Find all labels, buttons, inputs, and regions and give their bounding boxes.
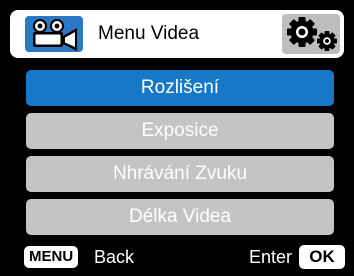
menu-item-label: Rozlišení bbox=[140, 77, 220, 98]
menu-item-exposure[interactable]: Exposice bbox=[26, 113, 334, 149]
menu-header: Menu Videa bbox=[10, 10, 344, 58]
enter-label: Enter bbox=[249, 247, 293, 267]
menu-item-video-length[interactable]: Délka Videa bbox=[26, 199, 334, 235]
dashcam-screen: Menu Videa Rozlišení Exposice Nhrávání Z… bbox=[0, 0, 354, 276]
back-label: Back bbox=[94, 247, 135, 267]
ok-key-button[interactable]: OK bbox=[299, 245, 345, 269]
menu-item-resolution[interactable]: Rozlišení bbox=[26, 70, 334, 106]
menu-title: Menu Videa bbox=[98, 23, 200, 44]
menu-item-label: Nhrávání Zvuku bbox=[112, 163, 248, 184]
menu-item-label: Délka Videa bbox=[128, 206, 232, 227]
settings-gears-icon[interactable] bbox=[282, 14, 340, 54]
video-camera-icon bbox=[25, 16, 83, 52]
menu-item-sound-recording[interactable]: Nhrávání Zvuku bbox=[26, 156, 334, 192]
footer-bar: MENU Back Enter OK bbox=[0, 243, 354, 273]
menu-key-button[interactable]: MENU bbox=[24, 246, 79, 268]
menu-item-label: Exposice bbox=[141, 120, 219, 141]
